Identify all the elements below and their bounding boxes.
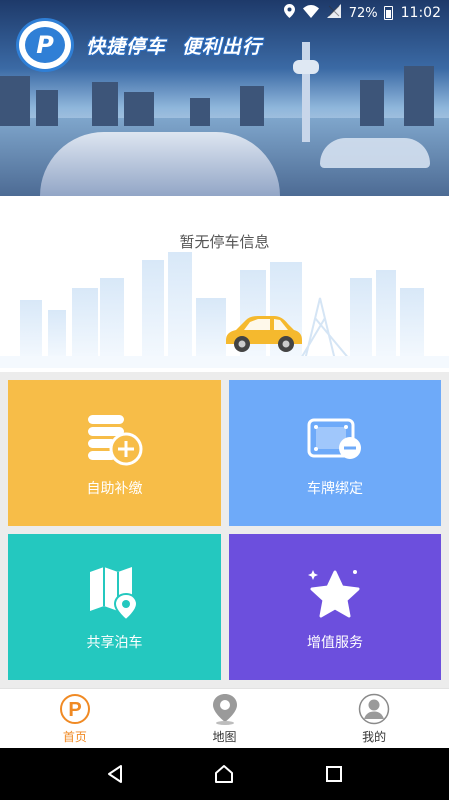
banner-arena [320, 138, 430, 168]
location-pin-icon [208, 692, 242, 726]
banner-building [240, 86, 264, 126]
banner-building [36, 90, 58, 126]
map-pin-icon [84, 562, 146, 624]
tile-label: 增值服务 [307, 635, 363, 651]
banner-building [124, 92, 154, 126]
home-icon[interactable] [204, 754, 244, 794]
tab-label: 首页 [62, 730, 87, 744]
battery-icon [383, 6, 393, 20]
app-screen: P 快捷停车 便利出行 72% 11:02 暂无停车信息 自助补缴 车牌绑定 共… [0, 0, 449, 800]
star-icon [304, 562, 366, 624]
parking-p-icon: P [58, 692, 92, 726]
tile-label: 车牌绑定 [307, 481, 363, 497]
banner-building [404, 66, 434, 126]
banner-building [360, 80, 384, 126]
tab-label: 我的 [362, 730, 387, 744]
banner-building [190, 98, 210, 126]
slogan-part-2: 便利出行 [182, 36, 263, 58]
car-illustration [226, 316, 302, 352]
app-logo: P [16, 18, 74, 72]
parking-info-panel: 暂无停车信息 [0, 196, 449, 372]
bottom-tab-bar: P 首页 地图 我的 [0, 688, 449, 748]
banner-building [92, 82, 118, 126]
user-avatar-icon [357, 692, 391, 726]
tile-shared-parking[interactable]: 共享泊车 [8, 534, 221, 680]
logo-letter: P [25, 27, 65, 63]
tile-value-added-services[interactable]: 增值服务 [229, 534, 441, 680]
license-plate-icon [304, 408, 366, 470]
coins-plus-icon [84, 408, 146, 470]
tile-label: 共享泊车 [86, 635, 143, 651]
banner-slogan: 快捷停车 便利出行 [86, 32, 262, 59]
banner-building [0, 76, 30, 126]
tile-self-payment[interactable]: 自助补缴 [8, 380, 221, 526]
system-nav-bar [0, 748, 449, 800]
wifi-icon [302, 4, 319, 22]
tile-label: 自助补缴 [86, 481, 143, 497]
banner-image[interactable]: P 快捷停车 便利出行 [0, 0, 449, 196]
signal-icon [326, 4, 341, 22]
back-icon[interactable] [95, 754, 135, 794]
status-bar: 72% 11:02 [0, 0, 449, 26]
location-status-icon [283, 4, 295, 22]
svg-text:P: P [68, 699, 81, 721]
function-grid: 自助补缴 车牌绑定 共享泊车 增值服务 [0, 372, 449, 688]
tile-plate-binding[interactable]: 车牌绑定 [229, 380, 441, 526]
slogan-part-1: 快捷停车 [86, 36, 167, 58]
tab-home[interactable]: P 首页 [0, 689, 150, 748]
banner-tower-cap [293, 60, 319, 74]
tab-profile[interactable]: 我的 [299, 689, 449, 748]
tab-map[interactable]: 地图 [150, 689, 300, 748]
tab-label: 地图 [212, 730, 237, 744]
banner-tower [302, 42, 310, 142]
banner-stadium [40, 132, 280, 196]
clock-time: 11:02 [400, 5, 441, 21]
battery-percent: 72% [348, 5, 378, 21]
recent-apps-icon[interactable] [314, 754, 354, 794]
